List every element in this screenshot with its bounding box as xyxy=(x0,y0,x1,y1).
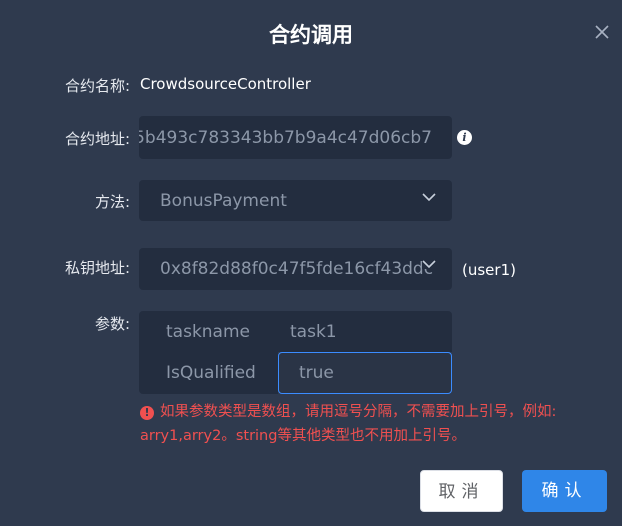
close-icon[interactable] xyxy=(592,22,612,42)
param-hint: ! 如果参数类型是数组，请用逗号分隔，不需要加上引号，例如: arry1,arry… xyxy=(140,400,610,448)
private-key-label: 私钥地址: xyxy=(64,259,130,277)
user-tag: (user1) xyxy=(462,261,516,279)
method-selected-value: BonusPayment xyxy=(160,190,287,211)
contract-name-value: CrowdsourceController xyxy=(140,75,311,93)
param-value-input[interactable]: true xyxy=(278,352,452,394)
param-row: taskname task1 xyxy=(139,311,452,352)
error-icon: ! xyxy=(140,406,154,420)
contract-address-field[interactable]: 5b493c783343bb7b9a4c47d06cb7 xyxy=(139,116,452,159)
info-icon[interactable]: i xyxy=(457,130,472,145)
contract-address-label: 合约地址: xyxy=(64,130,130,148)
private-key-selected-value: 0x8f82d88f0c47f5fde16cf43ddc xyxy=(160,259,434,279)
private-key-select[interactable]: 0x8f82d88f0c47f5fde16cf43ddc xyxy=(139,248,452,290)
param-row: IsQualified xyxy=(139,352,278,394)
param-value: true xyxy=(299,363,334,383)
hint-text: 如果参数类型是数组，请用逗号分隔，不需要加上引号，例如: arry1,arry2… xyxy=(140,404,557,444)
contract-address-value: 5b493c783343bb7b9a4c47d06cb7 xyxy=(139,127,432,148)
chevron-down-icon xyxy=(422,259,436,269)
confirm-button[interactable]: 确认 xyxy=(522,470,607,512)
param-name: IsQualified xyxy=(166,363,256,383)
param-name: taskname xyxy=(166,321,250,342)
contract-call-dialog: 合约调用 合约名称: CrowdsourceController 合约地址: 5… xyxy=(0,0,622,526)
method-label: 方法: xyxy=(94,193,130,211)
contract-name-label: 合约名称: xyxy=(64,77,130,95)
dialog-title: 合约调用 xyxy=(269,23,353,47)
method-select[interactable]: BonusPayment xyxy=(139,180,452,221)
params-label: 参数: xyxy=(94,315,130,333)
chevron-down-icon xyxy=(422,193,436,202)
cancel-button[interactable]: 取消 xyxy=(420,470,503,512)
param-value[interactable]: task1 xyxy=(290,322,337,342)
